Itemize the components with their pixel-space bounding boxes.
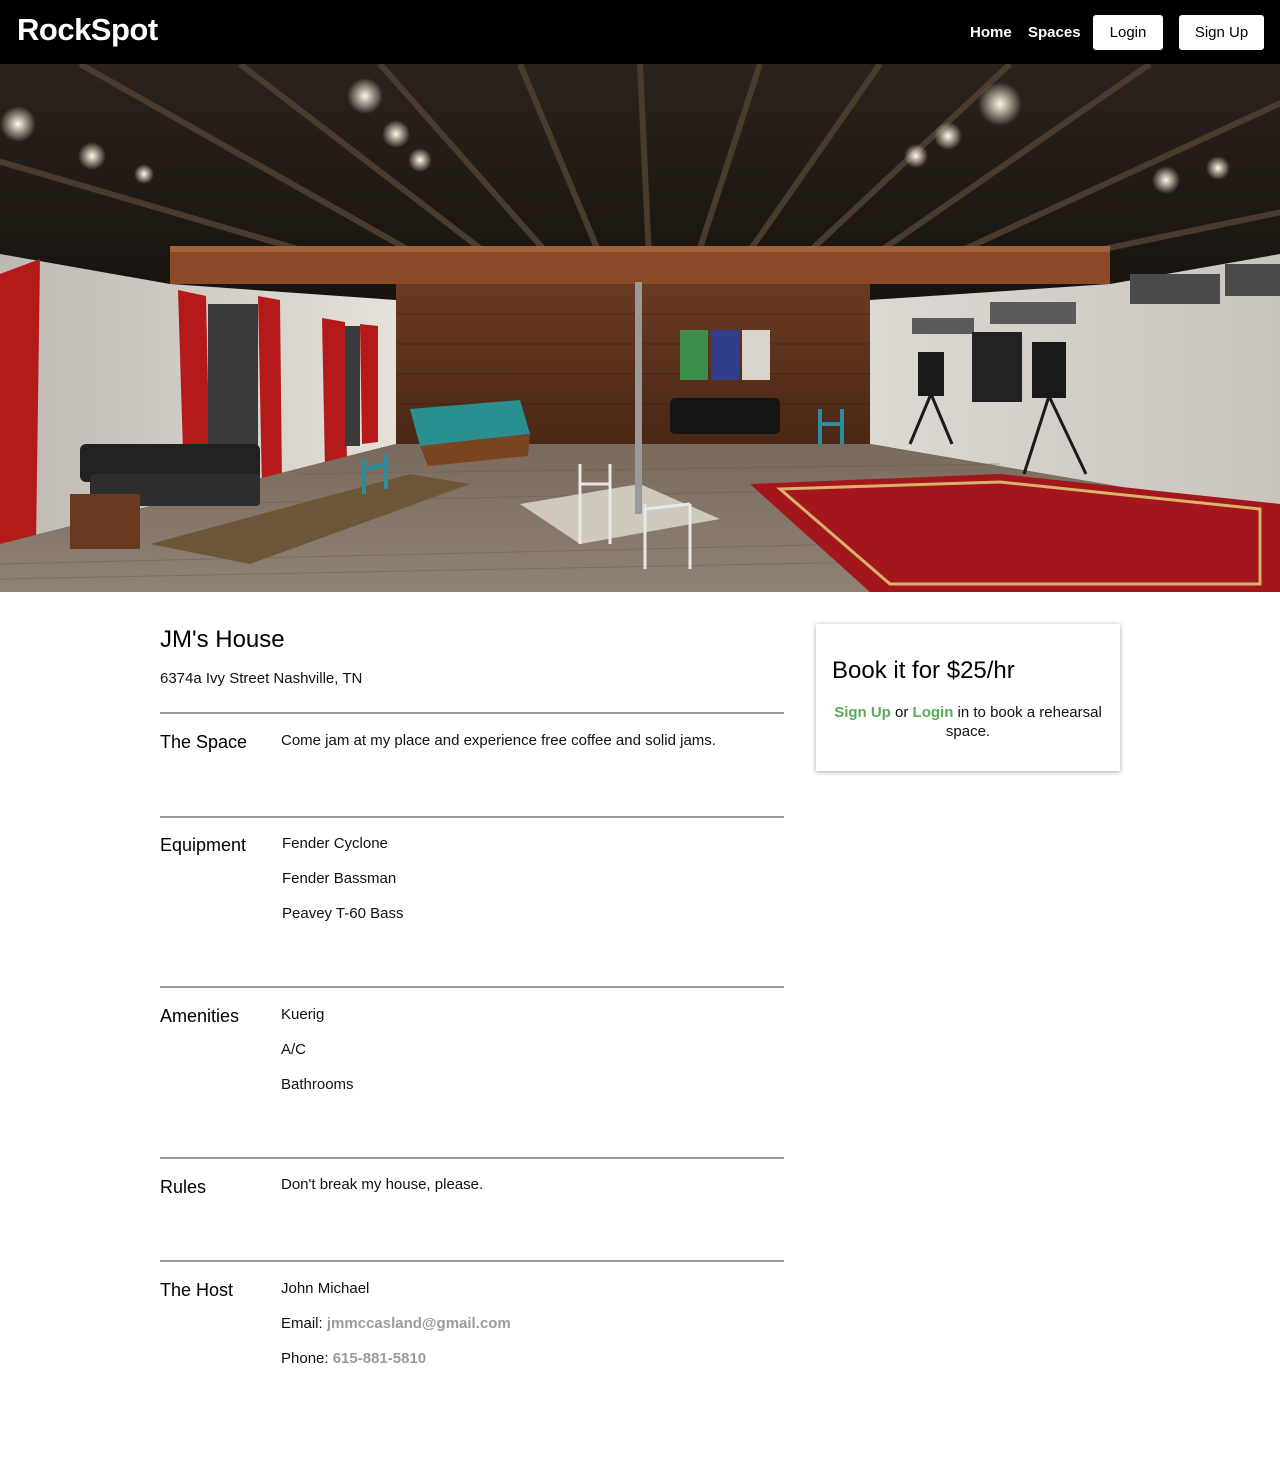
nav-link-home[interactable]: Home (970, 23, 1012, 43)
booking-or-text: or (895, 704, 909, 721)
host-email-link[interactable]: jmmccasland@gmail.com (327, 1315, 511, 1332)
section-label: Rules (160, 1177, 207, 1197)
list-item: Fender Bassman (282, 870, 397, 887)
host-phone-row: Phone: 615-881-5810 (281, 1350, 511, 1385)
rules-text: Don't break my house, please. (281, 1176, 484, 1193)
booking-title: Book it for $25/hr (832, 657, 1015, 684)
host-email-row: Email: jmmccasland@gmail.com (281, 1315, 511, 1350)
navbar: RockSpot Home Spaces Login Sign Up (0, 0, 1280, 64)
host-phone-link[interactable]: 615-881-5810 (333, 1350, 426, 1367)
list-item: Fender Cyclone (282, 835, 388, 852)
section-equipment: Equipment Fender Cyclone Fender Bassman … (160, 816, 784, 986)
host-email-label: Email: (281, 1315, 323, 1332)
nav-link-spaces[interactable]: Spaces (1028, 23, 1081, 43)
list-item: A/C (281, 1041, 307, 1058)
section-rules: Rules Don't break my house, please. (160, 1157, 784, 1260)
host-phone-label: Phone: (281, 1350, 329, 1367)
list-item: Bathrooms (281, 1076, 354, 1093)
booking-suffix-text: in to book a rehearsal space. (945, 704, 1102, 740)
space-address: 6374a Ivy Street Nashville, TN (160, 670, 363, 687)
booking-signup-link[interactable]: Sign Up (834, 704, 891, 721)
space-title: JM's House (160, 626, 285, 653)
hero-image (0, 64, 1280, 592)
section-label: Amenities (160, 1006, 240, 1026)
section-content: Come jam at my place and experience free… (281, 732, 716, 767)
section-label: The Host (160, 1280, 234, 1300)
host-details: John Michael Email: jmmccasland@gmail.co… (281, 1280, 511, 1385)
section-amenities: Amenities Kuerig A/C Bathrooms (160, 986, 784, 1157)
space-description: Come jam at my place and experience free… (281, 732, 716, 749)
signup-button[interactable]: Sign Up (1179, 15, 1264, 50)
amenities-list: Kuerig A/C Bathrooms (281, 1006, 354, 1111)
booking-login-link[interactable]: Login (913, 704, 954, 721)
list-item: Peavey T-60 Bass (282, 905, 404, 922)
section-content: Don't break my house, please. (281, 1176, 483, 1211)
section-the-space: The Space Come jam at my place and exper… (160, 712, 784, 816)
list-item: Kuerig (281, 1006, 325, 1023)
equipment-list: Fender Cyclone Fender Bassman Peavey T-6… (282, 835, 403, 940)
booking-card: Book it for $25/hr Sign Up or Login in t… (816, 624, 1120, 771)
booking-prompt: Sign Up or Login in to book a rehearsal … (832, 703, 1104, 741)
login-button[interactable]: Login (1093, 15, 1163, 50)
section-label: The Space (160, 732, 248, 752)
section-host: The Host John Michael Email: jmmccasland… (160, 1260, 784, 1400)
brand-logo[interactable]: RockSpot (17, 14, 158, 45)
host-name: John Michael (281, 1280, 370, 1297)
section-label: Equipment (160, 835, 247, 855)
